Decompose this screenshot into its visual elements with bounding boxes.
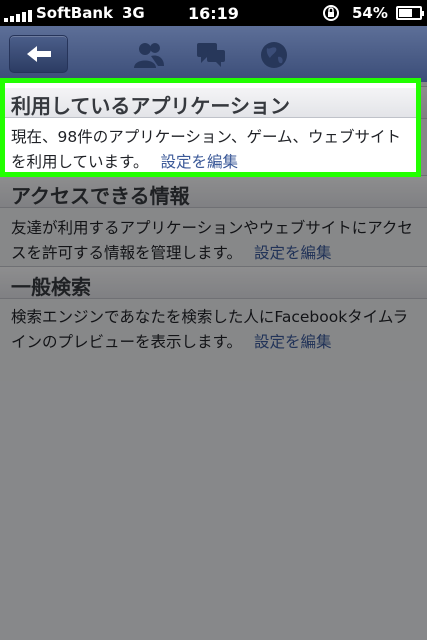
- messages-icon[interactable]: [195, 40, 227, 70]
- battery-icon: [396, 6, 424, 20]
- globe-icon[interactable]: [258, 40, 290, 70]
- battery-percentage: 54%: [352, 4, 388, 22]
- section-title: 利用しているアプリケーション: [11, 94, 290, 118]
- edit-settings-link[interactable]: 設定を編集: [161, 153, 239, 171]
- highlighted-apps-section[interactable]: 利用しているアプリケーション 現在、98件のアプリケーション、ゲーム、ウェブサイ…: [0, 78, 421, 177]
- signal-strength-icon: [4, 8, 34, 22]
- network-type: 3G: [122, 4, 145, 22]
- carrier-name: SoftBank: [36, 4, 114, 22]
- status-bar: SoftBank 3G 16:19 54%: [0, 0, 427, 26]
- section-description: 現在、98件のアプリケーション、ゲーム、ウェブサイトを利用しています。設定を編集: [11, 128, 402, 171]
- back-button[interactable]: [9, 35, 68, 73]
- clock: 16:19: [188, 4, 239, 23]
- rotation-lock-icon: [323, 5, 339, 21]
- back-arrow-icon: [27, 46, 51, 62]
- friends-icon[interactable]: [133, 40, 165, 70]
- nav-bar: [0, 26, 427, 82]
- section-header: 利用しているアプリケーション: [5, 88, 416, 118]
